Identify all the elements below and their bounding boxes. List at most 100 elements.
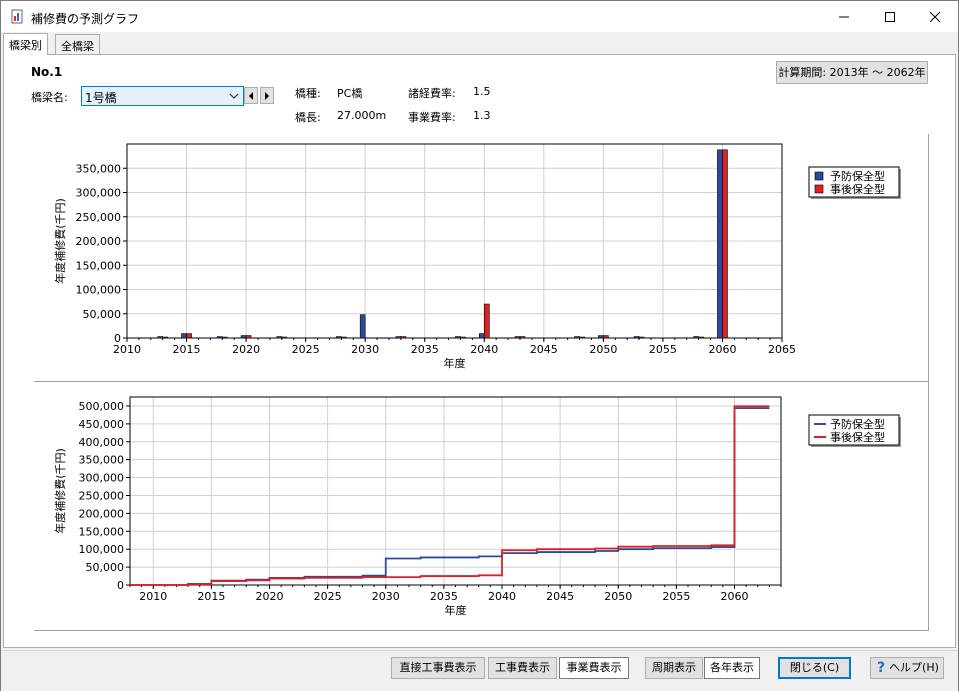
y-tick-label: 300,000 xyxy=(76,187,122,200)
annual-cost-chart-svg: 2010 2015 2020 2025 2030 2035 2040 2045 2050 2055… xyxy=(53,143,901,370)
bar xyxy=(717,149,723,339)
bar xyxy=(216,336,223,339)
bridge-type-label: 橋種: xyxy=(295,87,321,100)
bridge-type-value: PC橋 xyxy=(337,87,363,100)
work-cost-button[interactable]: 工事費表示 xyxy=(488,657,557,679)
bar xyxy=(281,336,288,339)
bar xyxy=(336,336,342,339)
legend-label: 予防保全型 xyxy=(830,169,885,183)
x-tick-label: 2045 xyxy=(530,343,558,356)
bridge-number: No.1 xyxy=(31,65,63,79)
x-tick-label: 2060 xyxy=(708,343,736,356)
direct-cost-button[interactable]: 直接工事費表示 xyxy=(391,657,485,679)
project-cost-button[interactable]: 事業費表示 xyxy=(559,657,629,679)
bar xyxy=(698,336,704,339)
bar xyxy=(460,336,466,339)
tab-all-bridges[interactable]: 全橋梁 xyxy=(55,34,100,54)
annual-cost-chart: 2010 2015 2020 2025 2030 2035 2040 2045 2050 2055… xyxy=(34,134,929,381)
bar xyxy=(579,336,585,339)
legend-label: 事後保全型 xyxy=(830,182,885,196)
x-tick-label: 2050 xyxy=(604,590,632,603)
bar xyxy=(638,336,645,339)
x-tick-label: 2050 xyxy=(589,343,617,356)
calculation-period-button[interactable]: 計算期間: 2013年 ～ 2062年 xyxy=(776,61,928,84)
legend-label: 事後保全型 xyxy=(830,430,885,444)
x-tick-label: 2060 xyxy=(721,590,749,603)
y-tick-label: 0 xyxy=(114,332,121,345)
title-bar: 補修費の予測グラフ xyxy=(1,1,958,32)
bar xyxy=(455,336,461,339)
close-window-button[interactable] xyxy=(912,1,958,32)
project-rate-label: 事業費率: xyxy=(408,111,456,124)
bar xyxy=(341,336,347,339)
arrow-left-icon xyxy=(249,91,253,100)
x-tick-label: 2055 xyxy=(662,590,690,603)
x-tick-label: 2025 xyxy=(314,590,342,603)
x-tick-label: 2010 xyxy=(139,590,167,603)
y-tick-label: 100,000 xyxy=(79,543,125,556)
yearly-view-button[interactable]: 各年表示 xyxy=(704,657,760,679)
tab-per-bridge[interactable]: 橋梁別 xyxy=(3,33,48,55)
x-tick-label: 2025 xyxy=(292,343,320,356)
bridge-select[interactable]: 1号橋 xyxy=(81,86,244,106)
y-tick-label: 150,000 xyxy=(79,525,125,538)
y-tick-label: 250,000 xyxy=(76,211,122,224)
y-tick-label: 150,000 xyxy=(76,259,122,272)
window: 補修費の予測グラフ 橋梁別 全橋梁 No.1 橋梁名: 1号橋 橋種: PC橋 … xyxy=(0,0,959,691)
bar xyxy=(400,336,407,339)
x-tick-label: 2020 xyxy=(256,590,284,603)
x-tick-label: 2030 xyxy=(372,590,400,603)
bar xyxy=(598,335,604,339)
bar xyxy=(478,333,485,339)
y-tick-label: 500,000 xyxy=(79,400,125,413)
bar xyxy=(276,336,283,339)
bar xyxy=(359,314,366,339)
maximize-icon xyxy=(885,11,895,22)
bridge-select-value: 1号橋 xyxy=(85,91,117,105)
y-tick-label: 350,000 xyxy=(79,454,125,467)
minimize-button[interactable] xyxy=(821,1,867,32)
bar xyxy=(181,333,187,339)
y-tick-label: 300,000 xyxy=(79,472,125,485)
help-icon: ? xyxy=(877,660,886,676)
y-tick-label: 50,000 xyxy=(83,308,122,321)
x-tick-label: 2040 xyxy=(470,343,498,356)
x-tick-label: 2015 xyxy=(173,343,201,356)
bar xyxy=(574,336,580,339)
x-tick-label: 2065 xyxy=(768,343,796,356)
bar xyxy=(240,335,247,339)
x-axis-label: 年度 xyxy=(445,603,467,617)
previous-bridge-button[interactable] xyxy=(244,87,258,104)
period-view-button[interactable]: 周期表示 xyxy=(645,657,703,679)
bar xyxy=(693,336,699,339)
x-tick-label: 2045 xyxy=(546,590,574,603)
project-rate-value: 1.3 xyxy=(473,109,491,122)
y-axis-label: 年度補修費(千円) xyxy=(53,198,67,284)
bridge-length-value: 27.000m xyxy=(337,109,387,122)
app-icon xyxy=(11,9,23,24)
bridge-length-label: 橋長: xyxy=(295,111,321,124)
next-bridge-button[interactable] xyxy=(260,87,274,104)
x-tick-label: 2035 xyxy=(411,343,439,356)
y-tick-label: 100,000 xyxy=(76,284,122,297)
x-tick-label: 2030 xyxy=(351,343,379,356)
bar xyxy=(162,336,169,339)
bar xyxy=(245,335,252,339)
bar xyxy=(157,336,164,339)
bar xyxy=(519,336,526,339)
close-button[interactable]: 閉じる(C) xyxy=(778,657,851,679)
cumulative-cost-chart-svg: 2010 2015 2020 2025 2030 2035 2040 2045 2050 2055… xyxy=(53,396,901,617)
x-tick-label: 2055 xyxy=(649,343,677,356)
bar xyxy=(603,335,609,339)
y-tick-label: 50,000 xyxy=(86,561,125,574)
y-tick-label: 200,000 xyxy=(79,507,125,520)
legend-swatch xyxy=(814,171,824,181)
help-button[interactable]: ? ヘルプ(H) xyxy=(870,657,944,679)
bar xyxy=(722,149,728,339)
misc-rate-label: 諸経費率: xyxy=(408,87,456,100)
minimize-icon xyxy=(839,16,849,17)
maximize-button[interactable] xyxy=(867,1,913,32)
tab-strip: 橋梁別 全橋梁 xyxy=(1,33,958,55)
x-tick-label: 2020 xyxy=(232,343,260,356)
bar xyxy=(514,336,521,339)
